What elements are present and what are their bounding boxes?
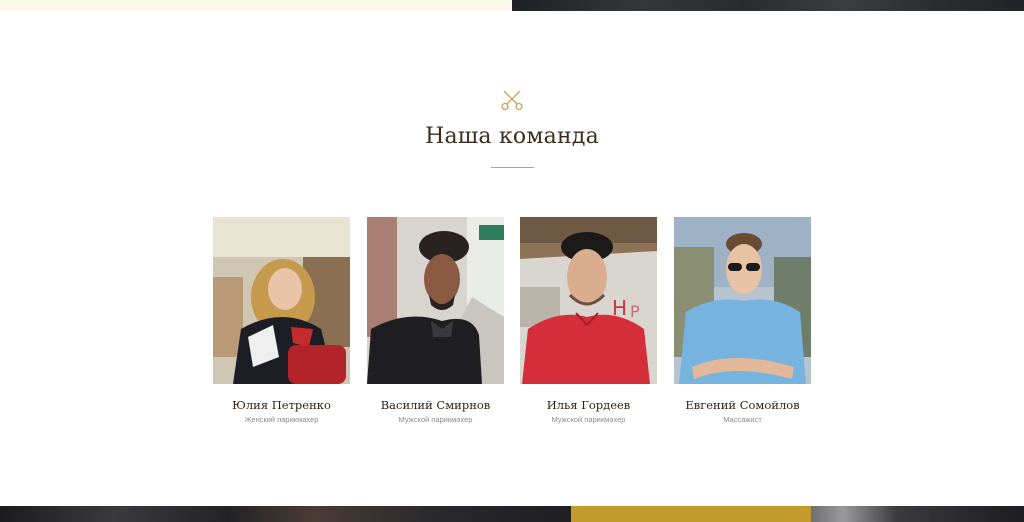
svg-text:P: P: [630, 302, 640, 321]
team-card[interactable]: H P Илья Гордеев Мужской парикмахер: [520, 217, 657, 424]
scissors-icon: [501, 90, 523, 111]
bottom-section-image-right: [811, 506, 1024, 522]
team-member-role: Женский парикмахер: [244, 415, 319, 424]
team-member-photo: H P: [520, 217, 657, 384]
team-member-name: Илья Гордеев: [546, 398, 631, 412]
team-member-photo: [213, 217, 350, 384]
team-card[interactable]: Евгений Сомойлов Массажист: [674, 217, 811, 424]
team-member-name: Юлия Петренко: [232, 398, 331, 412]
team-member-role: Массажист: [723, 415, 762, 424]
bottom-accent-block: [571, 506, 811, 522]
top-section-image: [512, 0, 1024, 11]
team-member-photo: [674, 217, 811, 384]
title-divider: [491, 167, 534, 168]
team-member-photo: [367, 217, 504, 384]
team-card[interactable]: Василий Смирнов Мужской парикмахер: [367, 217, 504, 424]
team-member-role: Мужской парикмахер: [398, 415, 473, 424]
team-card[interactable]: Юлия Петренко Женский парикмахер: [213, 217, 350, 424]
team-member-role: Мужской парикмахер: [551, 415, 626, 424]
section-title: Наша команда: [425, 124, 599, 149]
top-section-background: [0, 0, 512, 11]
team-member-name: Евгений Сомойлов: [685, 398, 800, 412]
team-member-name: Василий Смирнов: [380, 398, 491, 412]
bottom-section-image: [0, 506, 571, 522]
